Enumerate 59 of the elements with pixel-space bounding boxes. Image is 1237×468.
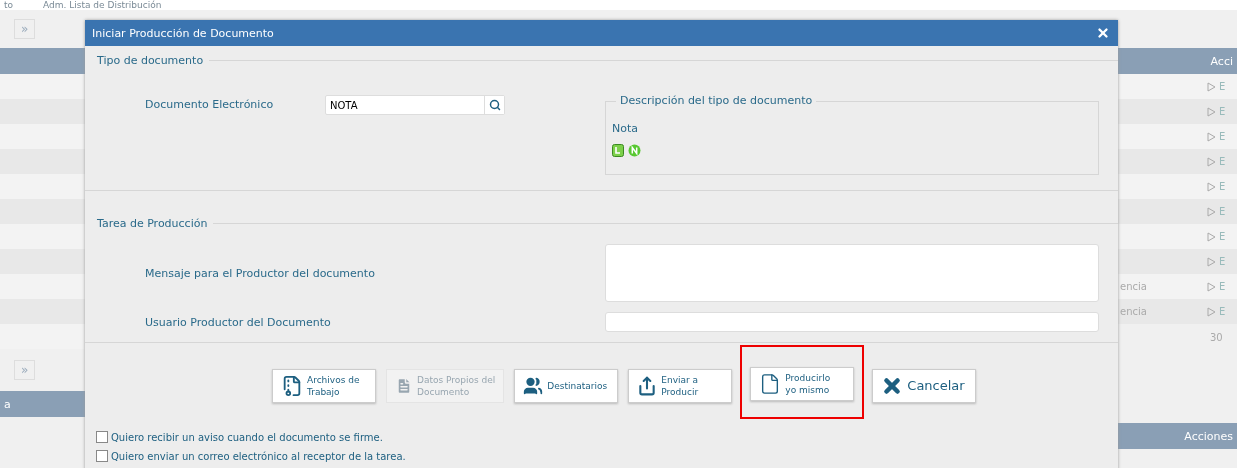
page-count: 30 <box>1209 331 1224 345</box>
nav-link[interactable]: to <box>4 0 14 10</box>
people-icon <box>523 376 544 396</box>
play-icon <box>1207 206 1216 217</box>
checkbox-label: Quiero enviar un correo electrónico al receptor de la tarea. <box>111 450 406 462</box>
message-field[interactable] <box>605 244 1099 302</box>
toolbar-button[interactable]: Cancelar <box>872 369 977 403</box>
checkbox[interactable] <box>96 450 108 462</box>
table-cell: encia <box>1120 306 1147 317</box>
column-header: Acci <box>1118 48 1237 74</box>
letter-document-icon <box>612 144 624 157</box>
play-icon <box>1207 306 1216 317</box>
action-link[interactable]: E <box>1207 306 1237 317</box>
action-link[interactable]: E <box>1207 231 1237 242</box>
round-badge-icon <box>628 144 641 157</box>
action-link[interactable]: E <box>1207 206 1237 217</box>
play-icon <box>1207 231 1216 242</box>
play-icon <box>1207 281 1216 292</box>
checkbox[interactable] <box>96 431 108 443</box>
play-icon <box>1207 181 1216 192</box>
nav-link[interactable]: Adm. Lista de Distribución <box>43 0 162 10</box>
action-link[interactable]: E <box>1207 281 1237 292</box>
play-icon <box>1207 256 1216 267</box>
table-header: a <box>0 391 85 417</box>
play-icon <box>1207 131 1216 142</box>
panel-legend: Descripción del tipo de documento <box>616 94 817 107</box>
action-link[interactable]: E <box>1207 156 1237 167</box>
field-label: Documento Electrónico <box>144 97 275 111</box>
share-icon <box>637 376 658 396</box>
toolbar-button[interactable]: Destinatarios <box>514 369 619 403</box>
action-link[interactable]: E <box>1207 131 1237 142</box>
play-icon <box>1207 156 1216 167</box>
search-button[interactable] <box>484 96 504 114</box>
toolbar-button[interactable]: Enviar a Producir <box>628 369 733 403</box>
action-link[interactable]: E <box>1207 106 1237 117</box>
description-text: Nota <box>612 122 639 135</box>
action-link[interactable]: E <box>1207 81 1237 92</box>
field-label: Usuario Productor del Documento <box>144 315 332 329</box>
field-label: Mensaje para el Productor del documento <box>144 266 376 280</box>
next-page-button[interactable]: » <box>14 19 36 39</box>
document-type-field[interactable]: NOTA <box>326 96 484 114</box>
zip-file-icon <box>281 375 303 397</box>
dialog-title: Iniciar Producción de Documento <box>92 26 274 40</box>
toolbar-button[interactable]: Producirlo yo mismo <box>750 367 855 401</box>
play-icon <box>1207 106 1216 117</box>
user-field[interactable] <box>605 312 1099 332</box>
action-link[interactable]: E <box>1207 256 1237 267</box>
play-icon <box>1207 81 1216 92</box>
action-link[interactable]: E <box>1207 181 1237 192</box>
table-cell: encia <box>1120 281 1147 292</box>
search-field[interactable]: NOTA <box>325 95 505 115</box>
section-legend: Tarea de Producción <box>85 217 208 230</box>
column-header: Acciones <box>1118 423 1237 449</box>
toolbar-button[interactable]: Archivos de Trabajo <box>272 369 376 403</box>
next-page-button[interactable]: » <box>14 360 36 380</box>
document-icon <box>395 377 413 395</box>
close-button[interactable] <box>1096 26 1110 40</box>
checkbox-label: Quiero recibir un aviso cuando el documento se firme. <box>111 431 383 443</box>
section-legend: Tipo de documento <box>85 54 204 67</box>
